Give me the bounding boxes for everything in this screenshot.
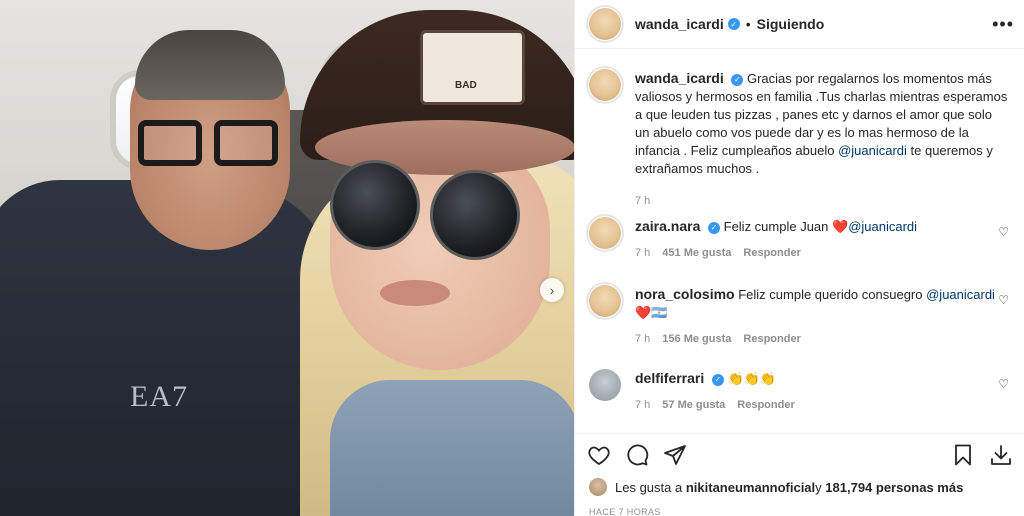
share-send-icon[interactable] bbox=[663, 443, 687, 467]
comment-bubble-icon[interactable] bbox=[625, 443, 649, 467]
comment-text: Feliz cumple querido consuegro bbox=[738, 287, 927, 302]
comment-time[interactable]: 7 h bbox=[635, 396, 650, 414]
post-photo[interactable]: EA7 BAD › bbox=[0, 0, 574, 516]
caption-avatar[interactable] bbox=[586, 66, 624, 104]
save-bookmark-icon[interactable] bbox=[951, 443, 975, 467]
comment-likes[interactable]: 156 Me gusta bbox=[662, 330, 731, 348]
like-comment-heart-icon[interactable]: ♡ bbox=[998, 225, 1009, 239]
likes-prefix: Les gusta a bbox=[615, 479, 683, 495]
verified-icon: ✓ bbox=[727, 18, 740, 30]
comment-likes[interactable]: 451 Me gusta bbox=[662, 244, 731, 262]
caption-row: wanda_icardi ✓ Gracias por regalarnos lo… bbox=[586, 66, 1015, 210]
comment-text: Feliz cumple Juan bbox=[723, 219, 833, 234]
likes-count[interactable]: 181,794 personas más bbox=[825, 480, 963, 495]
comment-username[interactable]: nora_colosimo bbox=[635, 286, 735, 302]
verified-icon: ✓ bbox=[708, 222, 720, 234]
separator-dot: • bbox=[745, 16, 751, 32]
comments-list: wanda_icardi ✓ Gracias por regalarnos lo… bbox=[575, 49, 1024, 433]
commenter-avatar[interactable] bbox=[589, 369, 621, 401]
comment-emoji: ❤️ bbox=[832, 219, 849, 234]
verified-icon: ✓ bbox=[711, 374, 724, 386]
comment-time[interactable]: 7 h bbox=[635, 330, 650, 348]
caption-body: wanda_icardi ✓ Gracias por regalarnos lo… bbox=[635, 69, 1015, 210]
commenter-avatar[interactable] bbox=[586, 282, 624, 320]
caption-username[interactable]: wanda_icardi bbox=[635, 70, 724, 86]
verified-icon: ✓ bbox=[731, 74, 744, 86]
likes-middle: y bbox=[815, 479, 822, 495]
shirt-logo: EA7 bbox=[130, 380, 188, 413]
reply-button[interactable]: Responder bbox=[743, 330, 800, 348]
comment-emoji: ❤️🇦🇷 bbox=[635, 305, 668, 320]
comment-row: delfiferrari ✓ 👏👏👏 7 h 57 Me gusta Respo… bbox=[589, 369, 1015, 414]
more-options-icon[interactable]: ••• bbox=[992, 14, 1014, 35]
denim-jacket bbox=[330, 380, 574, 516]
man-glasses bbox=[138, 120, 288, 170]
download-icon[interactable] bbox=[989, 443, 1013, 467]
like-comment-heart-icon[interactable]: ♡ bbox=[998, 293, 1009, 307]
cap-patch-text: BAD bbox=[455, 80, 477, 91]
man-hair bbox=[135, 30, 285, 100]
woman-lips bbox=[380, 280, 450, 306]
caption-mention[interactable]: @juanicardi bbox=[838, 143, 907, 158]
comment-username[interactable]: zaira.nara bbox=[635, 218, 700, 234]
carousel-next-button[interactable]: › bbox=[540, 278, 564, 302]
caption-time[interactable]: 7 h bbox=[635, 192, 650, 210]
comment-username[interactable]: delfiferrari bbox=[635, 370, 704, 386]
liker-avatar[interactable] bbox=[589, 478, 607, 496]
comment-body: delfiferrari ✓ 👏👏👏 7 h 57 Me gusta Respo… bbox=[635, 369, 1015, 414]
liker-username[interactable]: nikitaneumannoficial bbox=[686, 480, 815, 495]
comment-likes[interactable]: 57 Me gusta bbox=[662, 396, 725, 414]
woman-sunglasses bbox=[330, 160, 530, 260]
post-action-bar bbox=[575, 433, 1024, 475]
reply-button[interactable]: Responder bbox=[737, 396, 794, 414]
post-header: wanda_icardi ✓ • Siguiendo ••• bbox=[575, 0, 1024, 49]
author-avatar[interactable] bbox=[586, 5, 624, 43]
comment-body: nora_colosimo Feliz cumple querido consu… bbox=[635, 285, 1015, 348]
likes-summary: Les gusta a nikitaneumannoficial y 181,7… bbox=[589, 478, 963, 496]
comment-row: nora_colosimo Feliz cumple querido consu… bbox=[586, 282, 1015, 348]
comment-emoji: 👏👏👏 bbox=[727, 371, 777, 386]
comment-mention[interactable]: @juanicardi bbox=[848, 219, 917, 234]
commenter-avatar[interactable] bbox=[586, 214, 624, 252]
post-timestamp[interactable]: HACE 7 HORAS bbox=[589, 507, 661, 516]
chevron-right-icon: › bbox=[549, 282, 555, 298]
comment-row: zaira.nara ✓ Feliz cumple Juan ❤️@juanic… bbox=[586, 214, 1015, 262]
comment-body: zaira.nara ✓ Feliz cumple Juan ❤️@juanic… bbox=[635, 217, 1015, 262]
like-heart-icon[interactable] bbox=[587, 443, 611, 467]
follow-status-button[interactable]: Siguiendo bbox=[757, 16, 825, 32]
comment-mention[interactable]: @juanicardi bbox=[926, 287, 995, 302]
like-comment-heart-icon[interactable]: ♡ bbox=[998, 377, 1009, 391]
author-username[interactable]: wanda_icardi bbox=[635, 16, 724, 32]
comment-time[interactable]: 7 h bbox=[635, 244, 650, 262]
cap-patch bbox=[420, 30, 525, 105]
reply-button[interactable]: Responder bbox=[743, 244, 800, 262]
post-panel: wanda_icardi ✓ • Siguiendo ••• wanda_ica… bbox=[574, 0, 1024, 516]
